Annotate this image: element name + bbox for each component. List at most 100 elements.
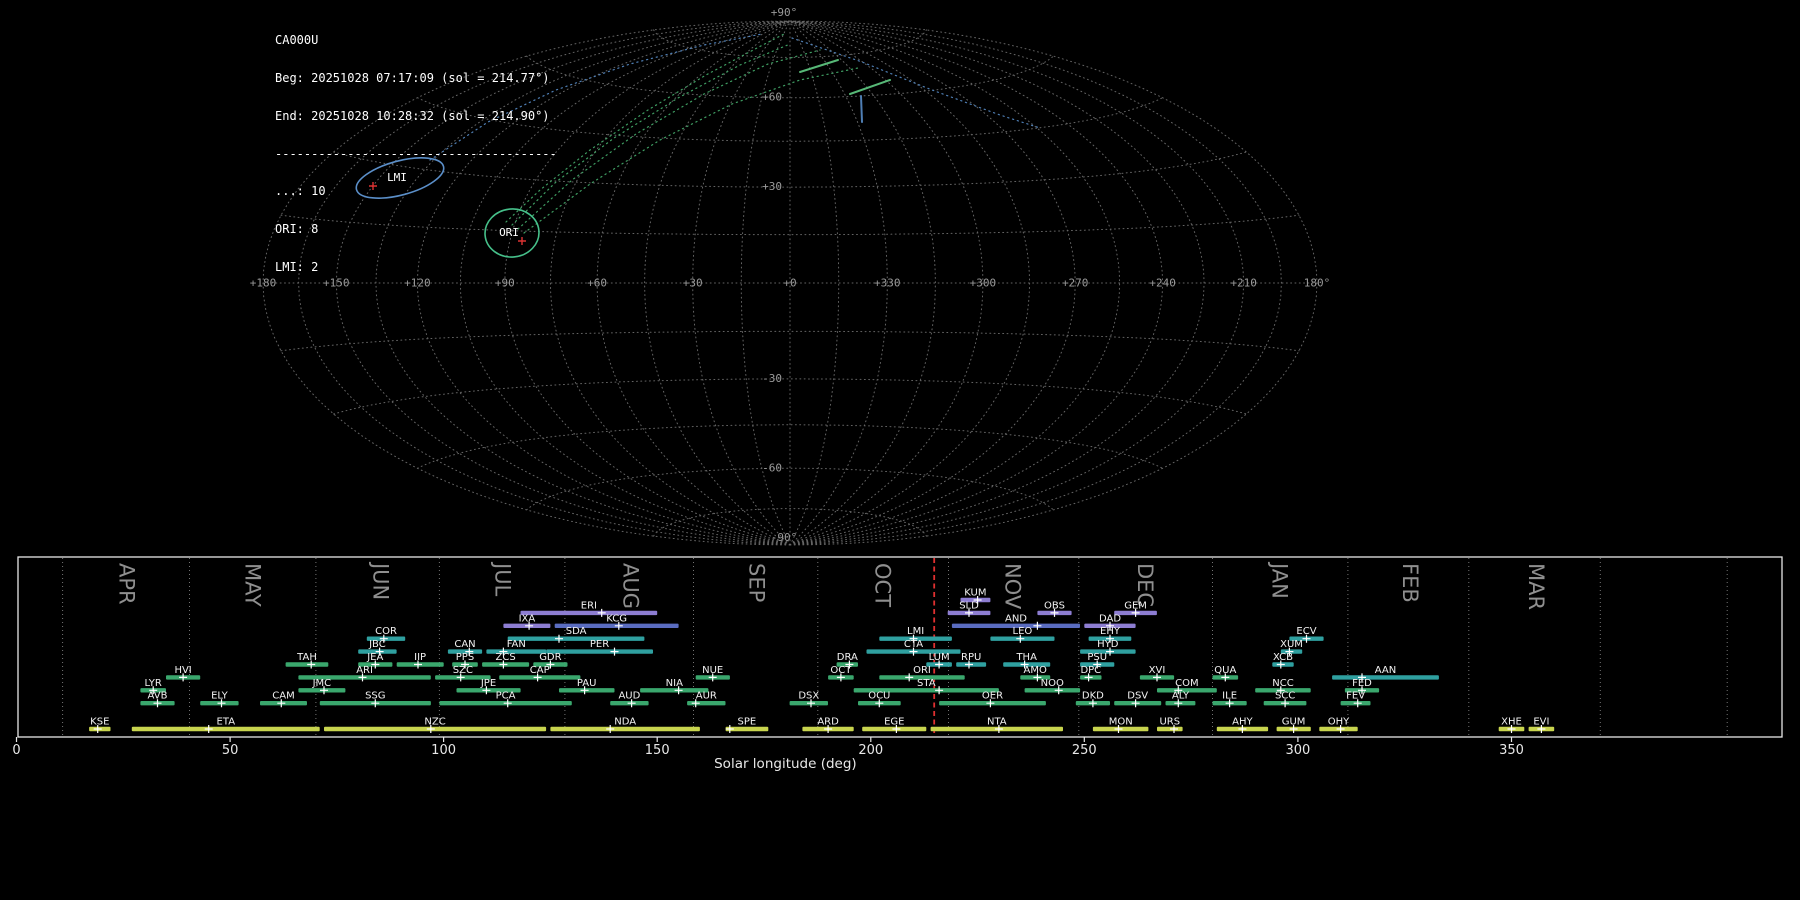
shower-gum: GUM [1276, 717, 1311, 733]
shower-code: NIA [666, 678, 683, 689]
shower-peak-marker [555, 634, 563, 643]
shower-code: LMI [907, 626, 924, 637]
shower-ile: ILE [1212, 691, 1247, 708]
lon-label: +60 [587, 277, 607, 290]
shower-ohy: OHY [1319, 717, 1358, 733]
shower-per: PER [546, 639, 653, 656]
station-id: CA000U [275, 33, 319, 48]
lon-label: +0 [783, 277, 796, 290]
shower-code: NCC [1272, 678, 1293, 689]
shower-peak-marker [725, 725, 734, 733]
shower-code: PSU [1087, 652, 1107, 663]
shower-code: SDA [566, 626, 587, 637]
shower-oer: OER [939, 691, 1046, 708]
month-label-jun: JUN [369, 561, 393, 600]
shower-qua: QUA [1212, 665, 1239, 682]
meteor-trail [799, 59, 839, 73]
shower-code: LEO [1013, 626, 1033, 637]
meteor-trail [860, 95, 863, 123]
month-label-may: MAY [240, 563, 264, 607]
shower-aud: AUD [610, 691, 649, 708]
shower-code: AMO [1024, 665, 1047, 676]
shower-scc: SCC [1263, 691, 1307, 708]
shower-code: XHE [1501, 717, 1522, 728]
shower-code: AND [1005, 613, 1027, 624]
shower-code: ELY [211, 691, 229, 702]
shower-jmc: JMC [298, 678, 346, 695]
month-label-feb: FEB [1398, 563, 1422, 603]
separator-line: --------------------------------------- [275, 146, 557, 161]
shower-code: STA [917, 678, 936, 689]
meteor-trail [517, 49, 821, 230]
shower-peak-marker [204, 725, 213, 733]
shower-code: OHY [1328, 717, 1350, 728]
shower-code: FAN [507, 639, 526, 650]
month-label-jan: JAN [1268, 561, 1292, 599]
shower-aur: AUR [687, 691, 726, 708]
shower-code: ORI [913, 665, 931, 676]
shower-leo: LEO [990, 626, 1055, 643]
shower-code: SSG [365, 691, 385, 702]
lon-label: 180° [1304, 277, 1331, 290]
shower-nue: NUE [695, 665, 730, 682]
shower-code: LYR [145, 678, 162, 689]
shower-code: ILE [1222, 691, 1237, 702]
x-tick-label: 200 [858, 743, 883, 758]
shower-code: ZCS [496, 652, 516, 663]
shower-ely: ELY [200, 691, 239, 708]
shower-evi: EVI [1528, 717, 1555, 733]
shower-dsv: DSV [1114, 691, 1162, 708]
shower-code: NTA [987, 717, 1007, 728]
shower-sld: SLD [947, 600, 991, 617]
shower-hvi: HVI [166, 665, 201, 682]
month-label-jul: JUL [490, 561, 514, 597]
shower-spe: SPE [725, 717, 769, 733]
shower-code: OER [982, 691, 1003, 702]
shower-peak-marker [1033, 621, 1042, 630]
count-ori: ORI: 8 [275, 222, 319, 237]
shower-code: GUM [1282, 717, 1306, 728]
shower-code: COR [375, 626, 397, 637]
shower-code: FEV [1346, 691, 1365, 702]
shower-code: OBS [1044, 600, 1065, 611]
shower-code: DRA [837, 652, 858, 663]
shower-cam: CAM [260, 691, 307, 708]
shower-code: DKD [1082, 691, 1104, 702]
shower-ege: EGE [862, 717, 927, 733]
shower-fev: FEV [1340, 691, 1371, 708]
shower-code: QUA [1214, 665, 1236, 676]
shower-code: EHY [1100, 626, 1121, 637]
shower-code: JPE [480, 678, 496, 689]
shower-peak-marker [905, 673, 914, 682]
shower-code: KCG [606, 613, 627, 624]
shower-code: NDA [614, 717, 636, 728]
shower-bars: KUM ERI SLD OBS GEM IXA KCG AND DAD COR SDA LMI LEO E… [89, 588, 1555, 733]
shower-oct: OCT [828, 665, 854, 682]
shower-code: SPE [738, 717, 757, 728]
month-label-mar: MAR [1524, 563, 1548, 610]
shower-code: ARD [817, 717, 839, 728]
shower-code: ETA [217, 717, 236, 728]
shower-code: RPU [961, 652, 981, 663]
shower-code: DAD [1099, 613, 1121, 624]
shower-code: TAH [296, 652, 317, 663]
month-label-sep: SEP [745, 563, 769, 602]
shower-nzc: NZC [324, 717, 547, 733]
x-axis: 0 50 100 150 200 250 300 350 [12, 737, 1524, 758]
shower-code: KSE [90, 717, 109, 728]
shower-code: JBC [368, 639, 386, 650]
shower-code: NOO [1041, 678, 1064, 689]
shower-code: EVI [1533, 717, 1549, 728]
shower-code: DPC [1080, 665, 1101, 676]
shower-code: IXA [519, 613, 536, 624]
shower-eta: ETA [131, 717, 320, 733]
lon-label: +240 [1149, 277, 1176, 290]
lat-label: -60 [762, 461, 782, 474]
shower-code: AUD [618, 691, 640, 702]
lon-label: +270 [1062, 277, 1089, 290]
shower-code: URS [1159, 717, 1180, 728]
shower-code: CAM [272, 691, 294, 702]
shower-code: SCC [1275, 691, 1295, 702]
shower-code: ECV [1296, 626, 1316, 637]
shower-code: DSX [798, 691, 819, 702]
